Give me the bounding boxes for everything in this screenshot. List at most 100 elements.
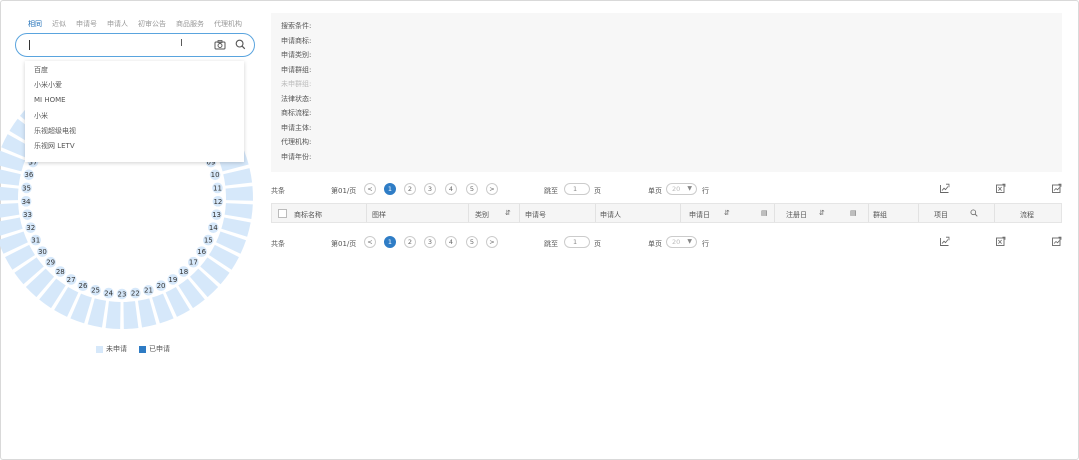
export-report-icon[interactable] bbox=[1051, 236, 1062, 247]
class-label: 36 bbox=[24, 171, 33, 179]
per-page-label: 单页 bbox=[648, 240, 662, 248]
export-excel-icon[interactable] bbox=[995, 183, 1006, 194]
wheel-segment[interactable] bbox=[225, 186, 253, 201]
export-chart-icon[interactable] bbox=[939, 183, 950, 194]
condition-label: 申请群组: bbox=[281, 66, 312, 74]
class-label: 31 bbox=[31, 236, 40, 244]
class-label: 25 bbox=[91, 287, 100, 295]
col-trademark-name: 商标名称 bbox=[294, 211, 322, 219]
page-button[interactable]: 5 bbox=[466, 183, 478, 195]
wheel-segment[interactable] bbox=[223, 168, 253, 186]
wheel-segment[interactable] bbox=[87, 298, 107, 328]
class-label: 10 bbox=[211, 171, 220, 179]
condition-label: 商标流程: bbox=[281, 109, 312, 117]
suggestion-item[interactable]: 乐视超级电视 bbox=[34, 126, 76, 136]
page-button[interactable]: 3 bbox=[424, 183, 436, 195]
per-page-value: 20 bbox=[672, 185, 681, 193]
class-label: 12 bbox=[213, 198, 222, 206]
page-button[interactable]: 3 bbox=[424, 236, 436, 248]
pagination-top: 共条 第01/页 < 1 2 3 4 5 > 跳至 1 页 单页 20 ▼ 行 bbox=[271, 183, 1062, 197]
col-class: 类别 bbox=[475, 211, 489, 219]
jump-unit: 页 bbox=[594, 240, 601, 248]
sort-icon[interactable]: ⇵ bbox=[724, 209, 730, 217]
jump-label: 跳至 bbox=[544, 240, 558, 248]
wheel-legend: 未申请 已申请 bbox=[96, 344, 170, 354]
suggestion-item[interactable]: 百度 bbox=[34, 65, 48, 75]
condition-label: 申请主体: bbox=[281, 124, 312, 132]
condition-label: 申请商标: bbox=[281, 37, 312, 45]
calendar-icon[interactable]: ▤ bbox=[850, 209, 857, 217]
suggestion-item[interactable]: 小米小爱 bbox=[34, 80, 62, 90]
legend-applied-label: 已申请 bbox=[149, 345, 170, 353]
search-icon[interactable] bbox=[970, 209, 978, 217]
legend-unapplied-label: 未申请 bbox=[106, 345, 127, 353]
col-group: 群组 bbox=[873, 211, 887, 219]
per-page-select[interactable]: 20 ▼ bbox=[666, 183, 697, 195]
condition-label: 搜索条件: bbox=[281, 22, 312, 30]
class-label: 26 bbox=[78, 282, 87, 290]
col-application-date: 申请日 bbox=[689, 211, 710, 219]
col-application-no: 申请号 bbox=[525, 211, 546, 219]
page-button[interactable]: 4 bbox=[445, 183, 457, 195]
jump-page-input[interactable]: 1 bbox=[564, 183, 590, 195]
page-info: 第01/页 bbox=[331, 240, 357, 248]
legend-unapplied-swatch bbox=[96, 345, 103, 353]
class-label: 17 bbox=[189, 259, 198, 267]
per-page-label: 单页 bbox=[648, 187, 662, 195]
next-page-button[interactable]: > bbox=[486, 236, 498, 248]
page-button[interactable]: 5 bbox=[466, 236, 478, 248]
page-button[interactable]: 2 bbox=[404, 236, 416, 248]
col-registration-date: 注册日 bbox=[786, 211, 807, 219]
page-button[interactable]: 2 bbox=[404, 183, 416, 195]
calendar-icon[interactable]: ▤ bbox=[761, 209, 768, 217]
rows-unit: 行 bbox=[702, 187, 709, 195]
prev-page-button[interactable]: < bbox=[364, 183, 376, 195]
wheel-segment[interactable] bbox=[0, 186, 19, 201]
sort-icon[interactable]: ⇵ bbox=[505, 209, 511, 217]
suggestion-item[interactable]: 小米 bbox=[34, 111, 48, 121]
rows-unit: 行 bbox=[702, 240, 709, 248]
wheel-segment[interactable] bbox=[0, 203, 20, 219]
suggestion-item[interactable]: 乐视网 LETV bbox=[34, 141, 75, 151]
condition-label: 未申群组: bbox=[281, 80, 312, 88]
prev-page-button[interactable]: < bbox=[364, 236, 376, 248]
col-project: 项目 bbox=[934, 211, 948, 219]
wheel-segment[interactable] bbox=[105, 301, 121, 329]
class-label: 32 bbox=[26, 224, 35, 232]
results-table-header: 商标名称 图样 类别 ⇵ 申请号 申请人 申请日 ⇵ ▤ 注册日 ⇵ ▤ 群组 … bbox=[271, 203, 1062, 223]
page-button[interactable]: 1 bbox=[384, 236, 396, 248]
condition-label: 申请年份: bbox=[281, 153, 312, 161]
wheel-segment[interactable] bbox=[0, 168, 21, 186]
class-label: 23 bbox=[118, 290, 127, 298]
sort-icon[interactable]: ⇵ bbox=[819, 209, 825, 217]
export-chart-icon[interactable] bbox=[939, 236, 950, 247]
page-info: 第01/页 bbox=[331, 187, 357, 195]
legend-applied-swatch bbox=[139, 345, 146, 353]
condition-label: 申请类别: bbox=[281, 51, 312, 59]
total-count: 共条 bbox=[271, 187, 285, 195]
col-applicant: 申请人 bbox=[600, 211, 621, 219]
jump-page-input[interactable]: 1 bbox=[564, 236, 590, 248]
suggestion-dropdown: 百度 小米小爱 MI HOME 小米 乐视超级电视 乐视网 LETV bbox=[25, 61, 244, 162]
wheel-segment[interactable] bbox=[224, 203, 253, 219]
class-label: 16 bbox=[197, 248, 206, 256]
page-button[interactable]: 4 bbox=[445, 236, 457, 248]
class-label: 15 bbox=[204, 236, 213, 244]
wheel-segment[interactable] bbox=[137, 298, 157, 328]
select-all-checkbox[interactable] bbox=[278, 209, 287, 218]
class-label: 27 bbox=[67, 276, 76, 284]
class-label: 34 bbox=[22, 198, 31, 206]
export-excel-icon[interactable] bbox=[995, 236, 1006, 247]
export-report-icon[interactable] bbox=[1051, 183, 1062, 194]
per-page-select[interactable]: 20 ▼ bbox=[666, 236, 697, 248]
class-label: 13 bbox=[212, 211, 221, 219]
class-label: 19 bbox=[168, 276, 177, 284]
total-count: 共条 bbox=[271, 240, 285, 248]
suggestion-item[interactable]: MI HOME bbox=[34, 96, 66, 104]
next-page-button[interactable]: > bbox=[486, 183, 498, 195]
class-label: 30 bbox=[38, 248, 47, 256]
page-button[interactable]: 1 bbox=[384, 183, 396, 195]
class-label: 18 bbox=[179, 268, 188, 276]
class-label: 33 bbox=[23, 211, 32, 219]
wheel-segment[interactable] bbox=[123, 301, 139, 329]
